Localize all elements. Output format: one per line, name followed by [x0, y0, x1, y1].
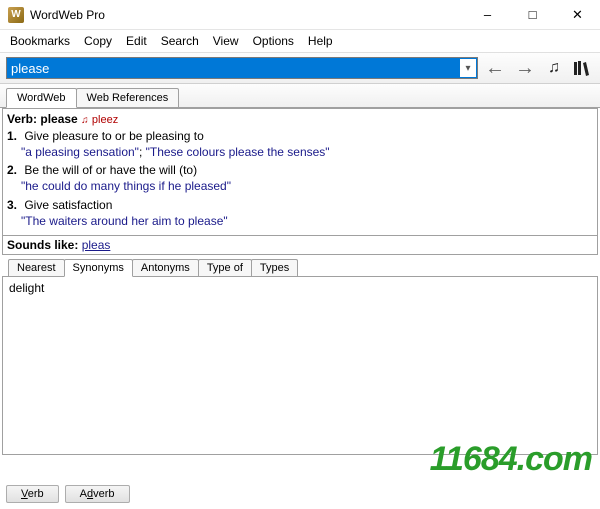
tab-web-references[interactable]: Web References	[76, 88, 180, 107]
pos-filter-adverb[interactable]: Adverb	[65, 485, 130, 503]
sense-number: 3.	[7, 197, 21, 213]
pronunciation-icon[interactable]: ♫	[81, 115, 89, 126]
search-input[interactable]	[6, 57, 478, 79]
menu-edit[interactable]: Edit	[120, 32, 153, 50]
back-button[interactable]: ←	[482, 55, 508, 81]
menu-view[interactable]: View	[207, 32, 245, 50]
sense-definition: Give pleasure to or be pleasing to	[24, 129, 203, 143]
sounds-like-bar: Sounds like: pleas	[2, 236, 598, 255]
subtab-types[interactable]: Types	[251, 259, 298, 276]
sounds-like-label: Sounds like:	[7, 238, 78, 252]
menu-options[interactable]: Options	[247, 32, 300, 50]
sense-number: 1.	[7, 128, 21, 144]
audio-icon[interactable]: ♫	[542, 56, 566, 80]
sense-item: 3. Give satisfaction "The waiters around…	[21, 197, 593, 229]
sense-number: 2.	[7, 162, 21, 178]
sense-example: "he could do many things if he pleased"	[21, 179, 231, 193]
sense-example: "The waiters around her aim to please"	[21, 214, 228, 228]
watermark: 11684.com	[430, 440, 592, 479]
main-tab-row: WordWeb Web References	[0, 84, 600, 108]
sense-example: "a pleasing sensation"	[21, 145, 139, 159]
subtab-nearest[interactable]: Nearest	[8, 259, 65, 276]
app-icon: W	[8, 7, 24, 23]
results-pane[interactable]: delight	[2, 277, 598, 455]
window-title: WordWeb Pro	[30, 8, 105, 22]
pos-filter-verb[interactable]: Verb	[6, 485, 59, 503]
sense-item: 2. Be the will of or have the will (to) …	[21, 162, 593, 194]
tab-wordweb[interactable]: WordWeb	[6, 88, 77, 108]
maximize-button[interactable]: □	[510, 0, 555, 30]
minimize-button[interactable]: –	[465, 0, 510, 30]
menu-search[interactable]: Search	[155, 32, 205, 50]
pronunciation-text: pleez	[92, 114, 118, 126]
menu-bookmarks[interactable]: Bookmarks	[4, 32, 76, 50]
subtab-synonyms[interactable]: Synonyms	[64, 259, 133, 277]
menu-help[interactable]: Help	[302, 32, 339, 50]
books-icon[interactable]	[570, 56, 594, 80]
sub-tab-row: Nearest Synonyms Antonyms Type of Types	[2, 255, 598, 277]
sense-definition: Give satisfaction	[24, 198, 112, 212]
headword: please	[40, 112, 77, 126]
forward-button[interactable]: →	[512, 55, 538, 81]
sense-definition: Be the will of or have the will (to)	[24, 163, 197, 177]
pos-label: Verb:	[7, 112, 37, 126]
sense-example: "These colours please the senses"	[146, 145, 330, 159]
subtab-antonyms[interactable]: Antonyms	[132, 259, 199, 276]
subtab-typeof[interactable]: Type of	[198, 259, 252, 276]
search-dropdown-arrow[interactable]: ▾	[460, 59, 476, 77]
sense-item: 1. Give pleasure to or be pleasing to "a…	[21, 128, 593, 160]
sounds-like-link[interactable]: pleas	[82, 238, 111, 252]
menu-copy[interactable]: Copy	[78, 32, 118, 50]
menu-bar: Bookmarks Copy Edit Search View Options …	[0, 30, 600, 52]
definition-pane[interactable]: Verb: please ♫ pleez 1. Give pleasure to…	[2, 108, 598, 236]
result-item[interactable]: delight	[9, 281, 591, 295]
close-button[interactable]: ✕	[555, 0, 600, 30]
